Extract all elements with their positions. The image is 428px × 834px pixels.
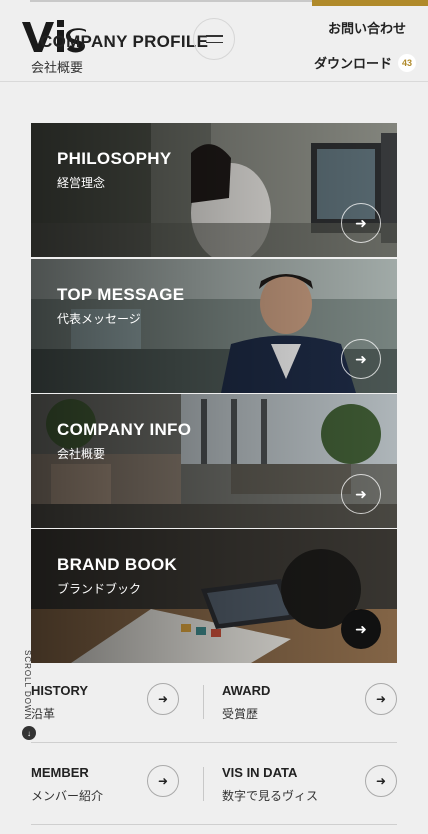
company-profile-page: COMPANY PROFILE 会社概要 お問い合わせ ダウンロード 43 PH… <box>0 0 428 834</box>
card-top-message[interactable]: TOP MESSAGE 代表メッセージ ➜ <box>31 259 397 393</box>
menu-button[interactable] <box>193 18 235 60</box>
card-title: TOP MESSAGE <box>57 285 185 304</box>
link-subtitle: メンバー紹介 <box>31 789 104 803</box>
card-philosophy[interactable]: PHILOSOPHY 経営理念 ➜ <box>31 123 397 257</box>
top-progress-line <box>30 0 312 2</box>
download-link[interactable]: ダウンロード 43 <box>314 53 416 72</box>
arrow-right-icon[interactable]: ➜ <box>341 474 381 514</box>
link-subtitle: 数字で見るヴィス <box>222 789 319 803</box>
arrow-right-icon[interactable]: ➜ <box>147 765 179 797</box>
card-company-info[interactable]: COMPANY INFO 会社概要 ➜ <box>31 394 397 528</box>
card-title: BRAND BOOK <box>57 555 178 574</box>
scroll-label: SCROLL DOWN <box>23 650 32 721</box>
link-title: VIS IN DATA <box>222 765 298 780</box>
link-award[interactable]: AWARD 受賞歴 ➜ <box>222 683 397 743</box>
link-history[interactable]: HISTORY 沿革 ➜ <box>31 683 201 743</box>
page-title: COMPANY PROFILE <box>40 32 209 51</box>
top-accent-bar <box>312 0 428 6</box>
column-divider <box>203 685 204 719</box>
arrow-right-icon[interactable]: ➜ <box>341 203 381 243</box>
card-brand-book[interactable]: BRAND BOOK ブランドブック ➜ <box>31 529 397 663</box>
link-title: AWARD <box>222 683 271 698</box>
scroll-down-indicator[interactable]: SCROLL DOWN ↓ <box>20 650 40 740</box>
arrow-right-icon[interactable]: ➜ <box>365 765 397 797</box>
download-count-badge: 43 <box>398 53 416 72</box>
link-subtitle: 受賞歴 <box>222 707 259 721</box>
row-divider <box>31 824 397 825</box>
card-subtitle: 代表メッセージ <box>57 312 141 326</box>
arrow-right-icon[interactable]: ➜ <box>365 683 397 715</box>
arrow-right-icon[interactable]: ➜ <box>341 609 381 649</box>
row-divider <box>31 742 397 743</box>
arrow-right-icon[interactable]: ➜ <box>147 683 179 715</box>
card-subtitle: ブランドブック <box>57 582 142 596</box>
hamburger-icon <box>205 34 223 37</box>
card-subtitle: 経営理念 <box>57 176 106 190</box>
header-divider <box>0 81 428 82</box>
page-subtitle: 会社概要 <box>31 60 84 75</box>
arrow-right-icon[interactable]: ➜ <box>341 339 381 379</box>
download-label: ダウンロード <box>313 56 392 71</box>
link-title: MEMBER <box>31 765 89 780</box>
arrow-down-icon: ↓ <box>22 726 36 740</box>
contact-link[interactable]: お問い合わせ <box>328 18 406 37</box>
card-title: COMPANY INFO <box>57 420 192 439</box>
link-member[interactable]: MEMBER メンバー紹介 ➜ <box>31 765 201 825</box>
card-subtitle: 会社概要 <box>57 447 106 461</box>
card-title: PHILOSOPHY <box>57 149 172 168</box>
link-vis-in-data[interactable]: VIS IN DATA 数字で見るヴィス ➜ <box>222 765 397 825</box>
column-divider <box>203 767 204 801</box>
